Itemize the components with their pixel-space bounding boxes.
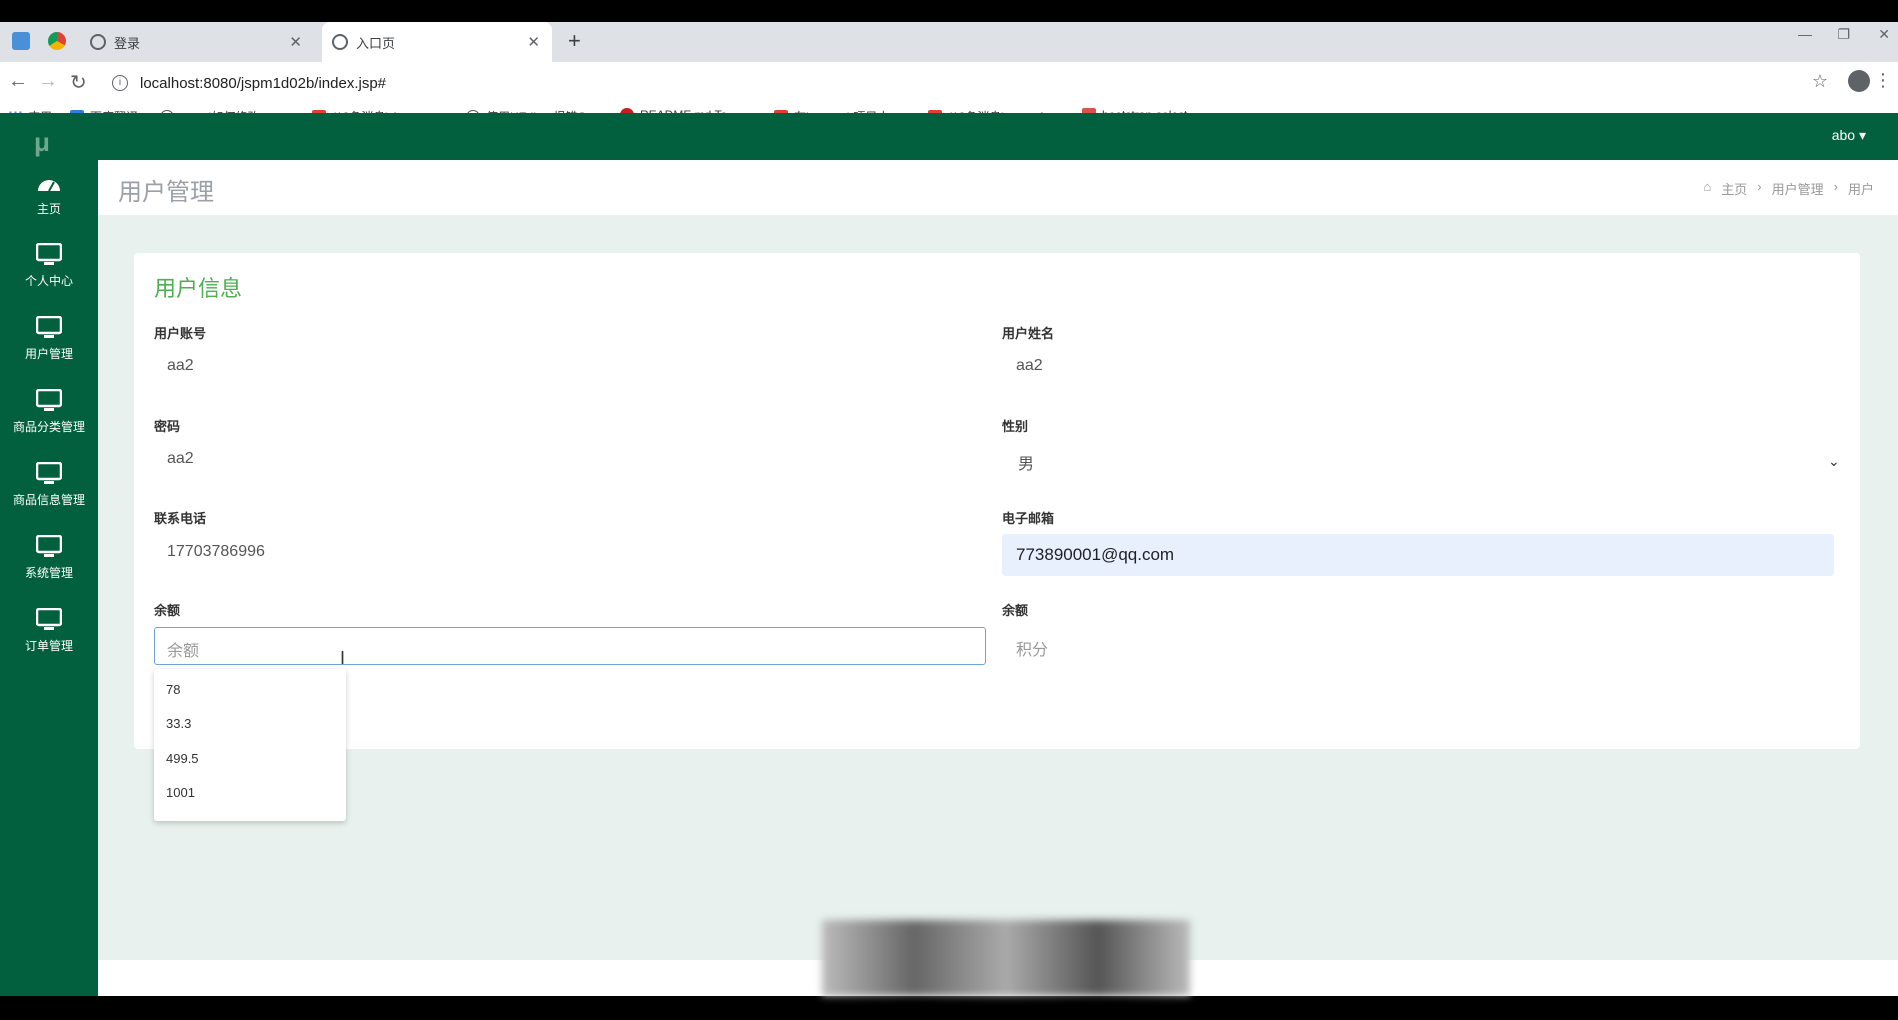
autocomplete-item[interactable]: 1001 xyxy=(166,785,195,800)
sidebar: μ 主页 个人中心 用户管理 商品分类管理 商品信息管理 系统管理 订单管理 xyxy=(0,113,98,996)
phone-field[interactable]: 17703786996 xyxy=(167,543,265,561)
close-icon[interactable]: ✕ xyxy=(289,33,302,51)
sidebar-item-label: 个人中心 xyxy=(24,274,73,288)
sidebar-item-label: 系统管理 xyxy=(24,566,73,580)
menu-icon[interactable]: ⋮ xyxy=(1874,70,1892,91)
monitor-icon xyxy=(36,316,62,338)
text-cursor-icon: I xyxy=(340,648,346,668)
tab-entry[interactable]: 入口页 ✕ xyxy=(322,22,552,62)
monitor-icon xyxy=(36,389,62,411)
minimize-icon[interactable]: — xyxy=(1798,26,1812,42)
tab-login[interactable]: 登录 ✕ xyxy=(82,22,314,62)
email-field[interactable]: 773890001@qq.com xyxy=(1002,534,1834,576)
caret-down-icon: ▾ xyxy=(1858,127,1866,143)
close-window-icon[interactable]: ✕ xyxy=(1878,26,1890,43)
dashboard-icon xyxy=(38,180,60,192)
phone-label: 联系电话 xyxy=(154,511,207,526)
breadcrumb-current: 用户 xyxy=(1847,182,1874,197)
account-label: 用户账号 xyxy=(154,326,207,341)
sidebar-item-label: 商品信息管理 xyxy=(12,493,85,507)
restore-icon[interactable]: ❐ xyxy=(1837,26,1850,43)
balance-input[interactable]: 余额 xyxy=(154,627,986,665)
star-icon[interactable]: ☆ xyxy=(1812,71,1828,92)
sidebar-item-label: 主页 xyxy=(36,202,61,216)
monitor-icon xyxy=(36,535,62,557)
chevron-right-icon: › xyxy=(1757,179,1762,194)
browser-toolbar: ← → ↻ i localhost:8080/jspm1d02b/index.j… xyxy=(0,62,1898,104)
address-bar[interactable]: i localhost:8080/jspm1d02b/index.jsp# xyxy=(106,67,1806,99)
points-field[interactable]: 积分 xyxy=(1016,636,1048,660)
top-header: abo ▾ xyxy=(98,113,1898,160)
email-value: 773890001@qq.com xyxy=(1016,545,1175,564)
autocomplete-item[interactable]: 33.3 xyxy=(166,716,191,731)
globe-icon xyxy=(332,34,348,50)
home-icon: ⌂ xyxy=(1703,179,1712,194)
name-label: 用户姓名 xyxy=(1002,326,1055,341)
chevron-down-icon[interactable]: ⌄ xyxy=(1828,453,1840,470)
points-label: 余额 xyxy=(1002,603,1029,618)
chrome-icon[interactable] xyxy=(48,32,66,50)
logo: μ xyxy=(34,127,50,157)
user-info-card: 用户信息 用户账号 aa2 用户姓名 aa2 密码 aa2 性别 男 ⌄ 联系电… xyxy=(134,253,1860,749)
autocomplete-item[interactable]: 499.5 xyxy=(166,751,199,766)
email-label: 电子邮箱 xyxy=(1002,511,1055,526)
balance-label: 余额 xyxy=(154,603,181,618)
back-icon[interactable]: ← xyxy=(8,70,28,93)
account-icon[interactable] xyxy=(1848,70,1870,92)
monitor-icon xyxy=(36,608,62,630)
sidebar-item-users[interactable]: 用户管理 xyxy=(0,316,98,382)
chevron-right-icon: › xyxy=(1833,179,1838,194)
breadcrumb-home[interactable]: 主页 xyxy=(1721,179,1747,198)
name-field[interactable]: aa2 xyxy=(1016,357,1043,375)
gender-label: 性别 xyxy=(1002,419,1029,434)
username: abo xyxy=(1831,127,1856,143)
monitor-icon xyxy=(36,243,62,265)
autocomplete-dropdown: 78 33.3 499.5 1001 xyxy=(154,669,346,821)
sidebar-item-products[interactable]: 商品信息管理 xyxy=(0,462,98,528)
monitor-icon xyxy=(36,462,62,484)
blurred-watermark xyxy=(822,920,1190,996)
sidebar-item-profile[interactable]: 个人中心 xyxy=(0,243,98,309)
url-text: localhost:8080/jspm1d02b/index.jsp# xyxy=(140,74,386,92)
password-label: 密码 xyxy=(154,419,181,434)
tab-bar: 登录 ✕ 入口页 ✕ + — ❐ ✕ xyxy=(0,22,1898,62)
tab-label: 入口页 xyxy=(356,35,396,51)
sidebar-item-categories[interactable]: 商品分类管理 xyxy=(0,389,98,455)
tab-label: 登录 xyxy=(114,35,141,51)
screen: 登录 ✕ 入口页 ✕ + — ❐ ✕ ← → ↻ i localhost:808… xyxy=(0,0,1898,1020)
page-title: 用户管理 xyxy=(118,179,214,206)
close-icon[interactable]: ✕ xyxy=(527,33,540,51)
info-icon[interactable]: i xyxy=(112,75,128,91)
gender-select[interactable]: 男 xyxy=(1018,450,1034,474)
card-title: 用户信息 xyxy=(154,276,243,301)
sidebar-item-system[interactable]: 系统管理 xyxy=(0,535,98,601)
forward-icon[interactable]: → xyxy=(38,70,58,93)
page-titlebar: 用户管理 ⌂ 主页 › 用户管理 › 用户 xyxy=(98,160,1898,215)
sidebar-item-label: 用户管理 xyxy=(24,347,73,361)
new-tab-icon[interactable]: + xyxy=(568,28,581,54)
sidebar-item-home[interactable]: 主页 xyxy=(0,171,98,237)
breadcrumb-users[interactable]: 用户管理 xyxy=(1772,179,1824,198)
reload-icon[interactable]: ↻ xyxy=(70,70,87,95)
account-field[interactable]: aa2 xyxy=(167,357,194,375)
mail-icon[interactable] xyxy=(12,32,30,50)
breadcrumb: ⌂ 主页 › 用户管理 › 用户 xyxy=(1703,179,1874,198)
password-field[interactable]: aa2 xyxy=(167,450,194,468)
autocomplete-item[interactable]: 78 xyxy=(166,682,180,697)
balance-placeholder: 余额 xyxy=(167,643,200,660)
user-menu[interactable]: abo ▾ xyxy=(1832,127,1866,144)
sidebar-item-label: 订单管理 xyxy=(24,639,73,653)
sidebar-item-label: 商品分类管理 xyxy=(12,420,85,434)
sidebar-item-orders[interactable]: 订单管理 xyxy=(0,608,98,674)
globe-icon xyxy=(90,34,106,50)
